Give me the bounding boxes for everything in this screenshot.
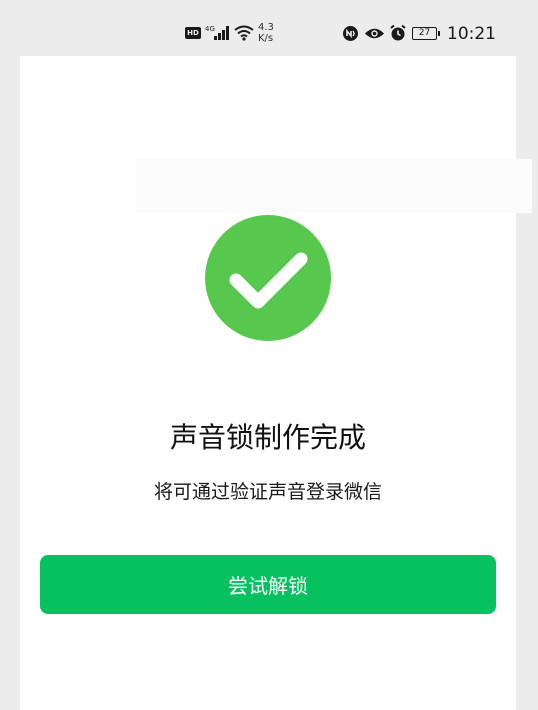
- battery-level: 27: [412, 27, 437, 40]
- network-speed-unit: K/s: [258, 33, 274, 44]
- alarm-clock-icon: [389, 24, 407, 42]
- signal-type-label: 4G: [205, 25, 215, 33]
- background-overlay: [136, 159, 532, 213]
- eye-icon: [364, 27, 385, 40]
- result-title: 声音锁制作完成: [169, 421, 366, 454]
- checkmark-circle-icon: [205, 215, 331, 341]
- result-subtitle: 将可通过验证声音登录微信: [153, 481, 382, 503]
- signal-bars-icon: 4G: [205, 24, 231, 41]
- battery-indicator: 27: [411, 26, 441, 41]
- try-unlock-button[interactable]: 尝试解锁: [40, 555, 496, 614]
- status-bar: HD 4G 4.3 K/s 27 10:21: [0, 0, 538, 56]
- network-speed: 4.3 K/s: [258, 21, 282, 45]
- battery-cap: [438, 31, 440, 36]
- nfc-icon: [342, 25, 359, 42]
- voice-lock-result-panel: 声音锁制作完成 将可通过验证声音登录微信 尝试解锁: [20, 56, 532, 710]
- wifi-icon: [234, 25, 254, 41]
- network-speed-value: 4.3: [258, 22, 274, 33]
- status-time: 10:21: [447, 24, 496, 44]
- hd-badge: HD: [185, 27, 201, 39]
